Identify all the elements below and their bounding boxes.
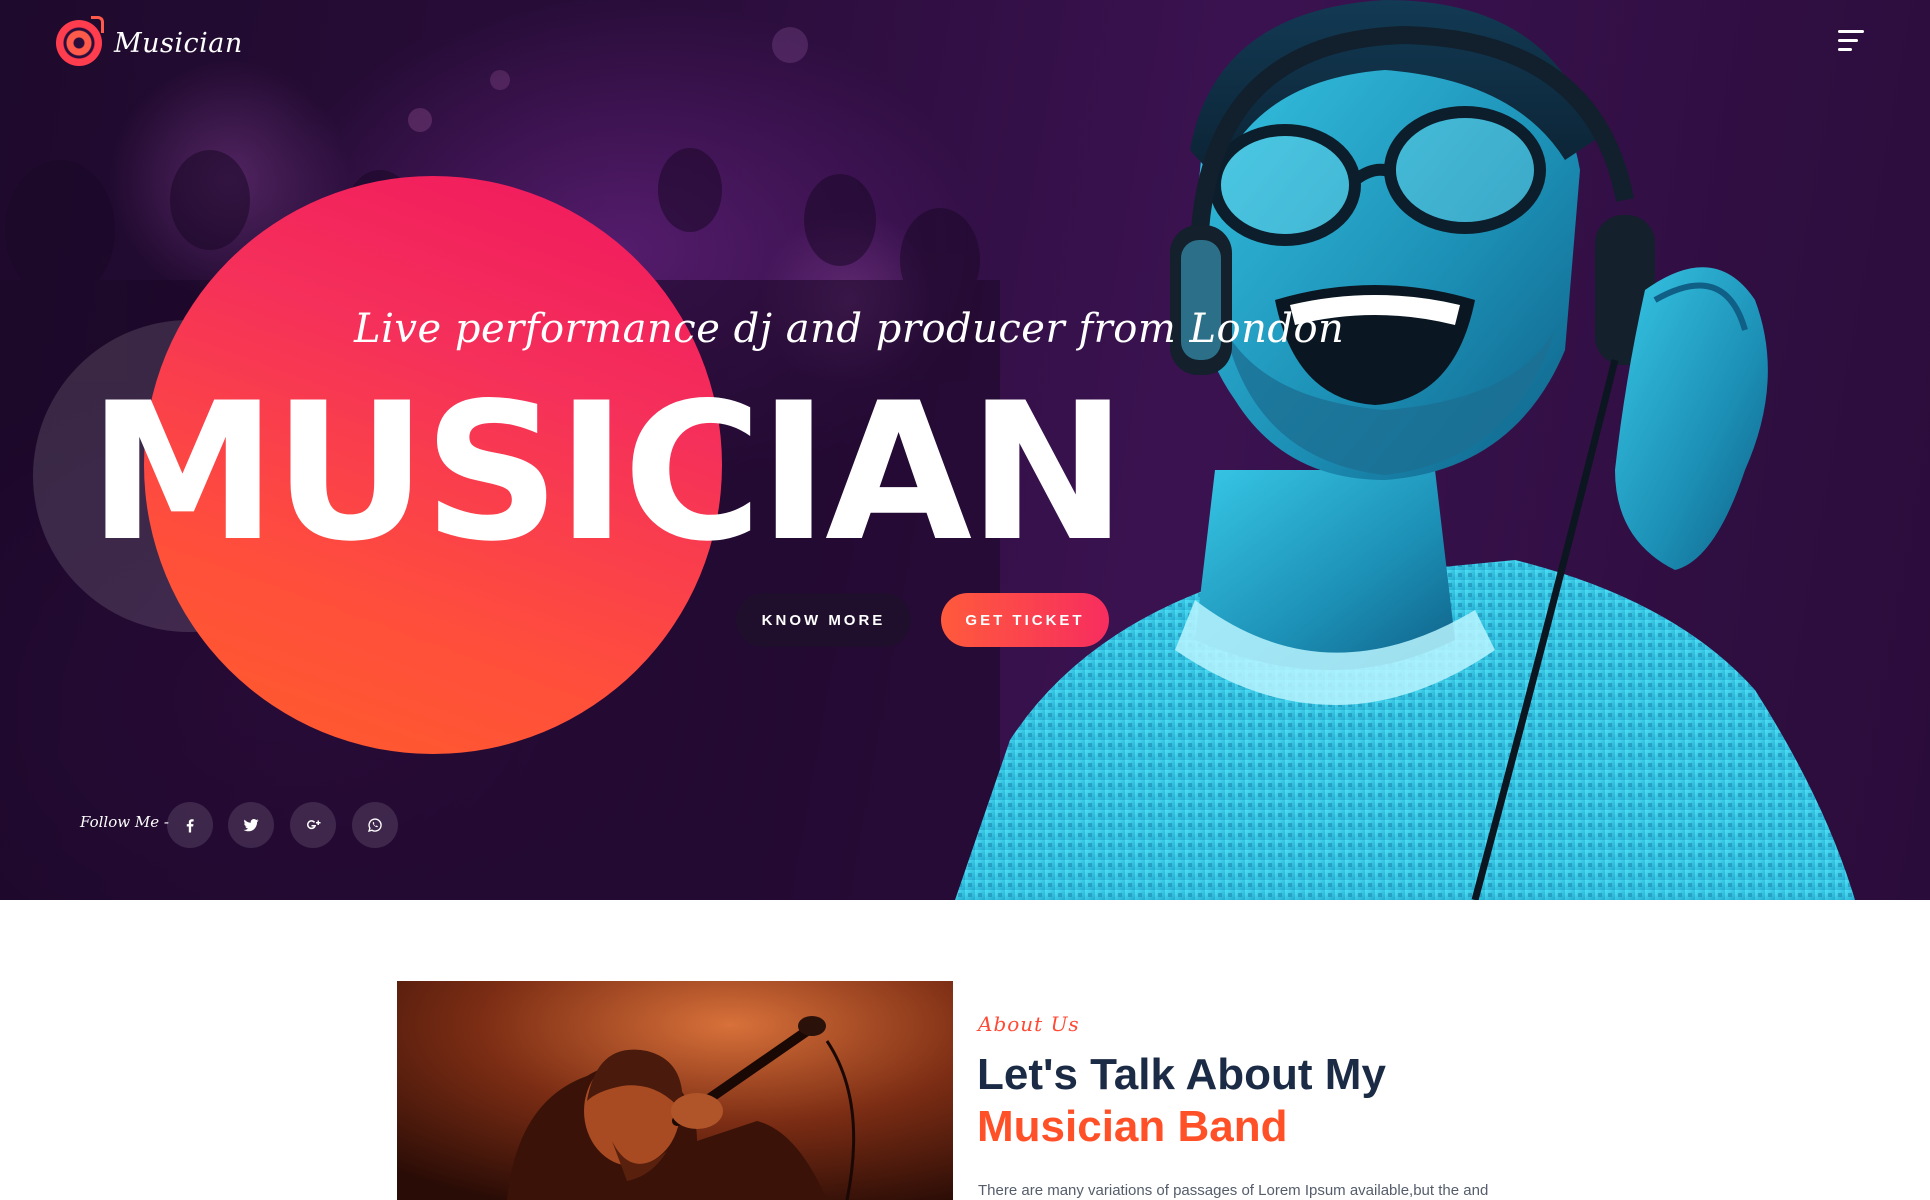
hero-title: MUSICIAN xyxy=(88,362,1127,583)
about-kicker: About Us xyxy=(978,1012,1080,1036)
hamburger-menu-icon[interactable] xyxy=(1838,30,1866,52)
facebook-icon[interactable] xyxy=(167,802,213,848)
twitter-icon[interactable] xyxy=(228,802,274,848)
hero-section: Musician Live performance dj and produce… xyxy=(0,0,1930,900)
google-plus-icon[interactable] xyxy=(290,802,336,848)
get-ticket-button[interactable]: GET TICKET xyxy=(941,593,1109,647)
about-paragraph: There are many variations of passages of… xyxy=(978,1182,1489,1199)
singer-photo xyxy=(397,981,953,1200)
whatsapp-icon[interactable] xyxy=(352,802,398,848)
know-more-button[interactable]: KNOW MORE xyxy=(736,593,911,647)
brand-name: Musician xyxy=(114,27,243,59)
vinyl-record-icon xyxy=(56,16,104,66)
hero-tagline: Live performance dj and producer from Lo… xyxy=(354,306,1345,352)
follow-me-label: Follow Me - xyxy=(80,813,169,831)
about-heading: Let's Talk About My xyxy=(977,1050,1386,1099)
about-heading-highlight: Musician Band xyxy=(977,1102,1288,1151)
brand-logo[interactable]: Musician xyxy=(56,16,243,66)
